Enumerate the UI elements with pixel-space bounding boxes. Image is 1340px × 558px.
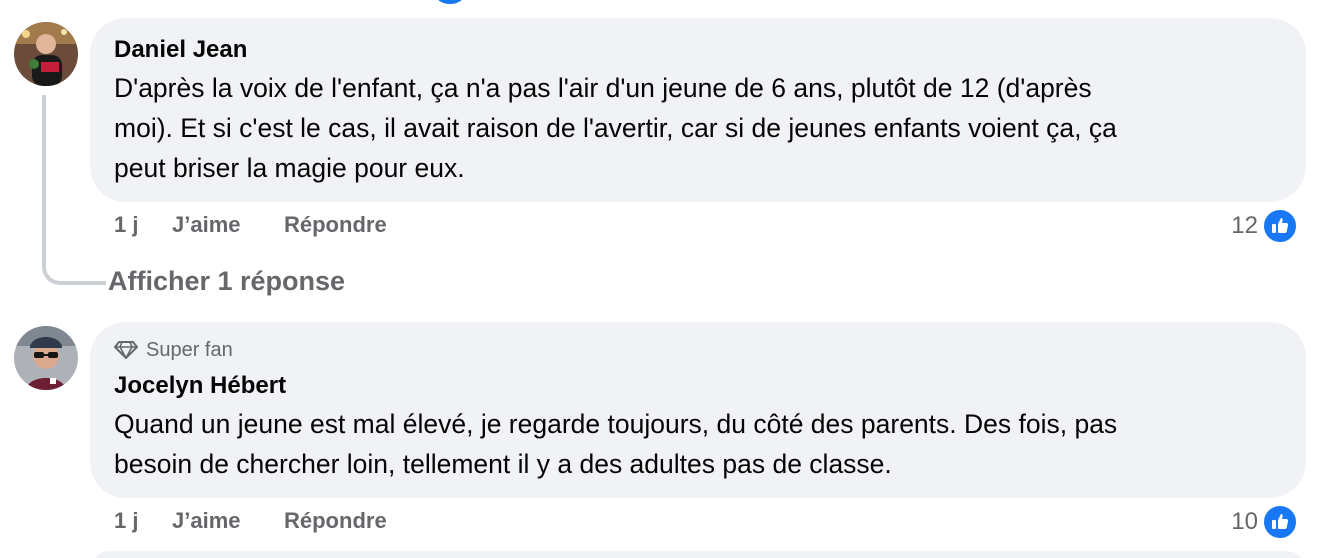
comment-timestamp[interactable]: 1 j: [114, 212, 172, 238]
avatar[interactable]: [14, 326, 78, 390]
comment-text: D'après la voix de l'enfant, ça n'a pas …: [114, 73, 1117, 183]
show-replies-link[interactable]: Afficher 1 réponse: [108, 266, 345, 297]
comment-author[interactable]: Jocelyn Hébert: [114, 372, 1282, 400]
comments-section: Daniel Jean D'après la voix de l'enfant,…: [0, 0, 1340, 558]
reaction-count: 10: [1231, 508, 1258, 535]
reaction-dot-cutoff: [436, 0, 464, 4]
badge-label: Super fan: [146, 338, 233, 361]
comment-bubble: Super fan Jocelyn Hébert Quand un jeune …: [90, 322, 1306, 498]
like-button[interactable]: J’aime: [172, 508, 284, 534]
reply-thread-line: [42, 95, 106, 285]
reply-button[interactable]: Répondre: [284, 508, 387, 534]
avatar[interactable]: [14, 22, 78, 86]
comment-timestamp[interactable]: 1 j: [114, 508, 172, 534]
thumbs-up-icon: [1262, 208, 1298, 244]
reaction-summary[interactable]: 12: [1231, 208, 1298, 244]
super-fan-badge[interactable]: Super fan: [114, 338, 1282, 362]
diamond-icon: [114, 340, 138, 360]
reaction-summary[interactable]: 10: [1231, 504, 1298, 540]
comment-actions: 1 j J’aime Répondre: [114, 212, 387, 238]
next-comment-bubble-edge: [90, 551, 1306, 558]
comment-text: Quand un jeune est mal élevé, je regarde…: [114, 409, 1118, 479]
comment-author[interactable]: Daniel Jean: [114, 36, 1282, 64]
comment-actions: 1 j J’aime Répondre: [114, 508, 387, 534]
thumbs-up-icon: [1262, 504, 1298, 540]
comment-bubble: Daniel Jean D'après la voix de l'enfant,…: [90, 18, 1306, 202]
reaction-count: 12: [1231, 212, 1258, 239]
like-button[interactable]: J’aime: [172, 212, 284, 238]
reply-button[interactable]: Répondre: [284, 212, 387, 238]
